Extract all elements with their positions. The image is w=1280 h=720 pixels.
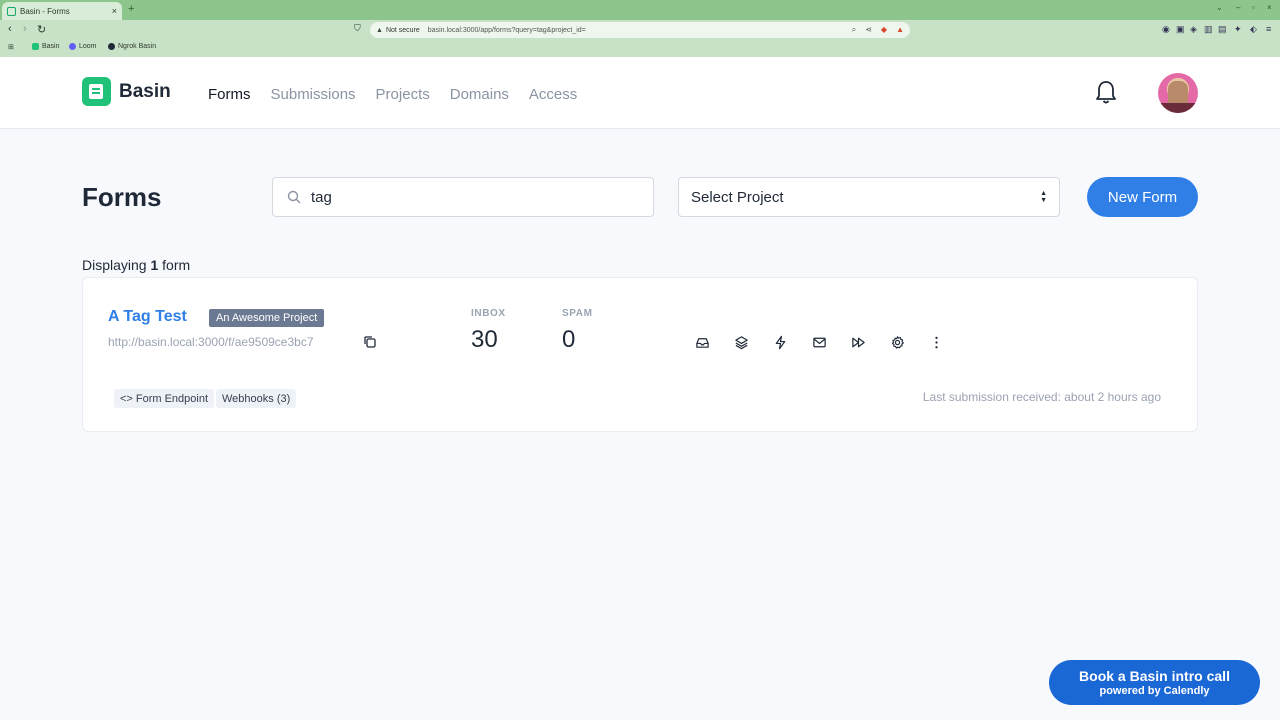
integrations-action[interactable] (734, 334, 773, 350)
inbox-count[interactable]: 30 (471, 326, 498, 354)
displaying-count: Displaying 1 form (82, 257, 190, 273)
reload-icon[interactable]: ↻ (37, 23, 46, 36)
logo-text: Basin (119, 80, 171, 102)
tab-title: Basin - Forms (20, 6, 70, 16)
form-name-link[interactable]: A Tag Test (108, 308, 187, 326)
bookmark-loom[interactable]: Loom (69, 43, 97, 50)
basin-favicon-icon (7, 6, 16, 16)
form-endpoint-chip[interactable]: <> Form Endpoint (114, 389, 215, 408)
extension-icon[interactable]: ◉ (1162, 24, 1170, 35)
webhooks-chip[interactable]: Webhooks (3) (216, 389, 297, 408)
app-header: Basin Forms Submissions Projects Domains… (0, 57, 1280, 129)
calendly-title: Book a Basin intro call (1079, 668, 1230, 684)
calendly-booking-button[interactable]: Book a Basin intro call powered by Calen… (1049, 660, 1260, 705)
nav-domains[interactable]: Domains (450, 86, 509, 103)
forward-icon[interactable]: › (23, 23, 27, 35)
main-nav: Forms Submissions Projects Domains Acces… (208, 86, 577, 103)
browser-tabstrip: Basin - Forms × + ⌄ – ▫ × (0, 0, 1280, 20)
bookmark-basin[interactable]: Basin (32, 43, 60, 50)
forward-action[interactable] (851, 334, 890, 350)
basin-bookmark-icon (32, 43, 39, 50)
webhooks-action[interactable] (773, 334, 812, 350)
tab-search-icon[interactable]: ⌄ (1216, 3, 1223, 12)
user-avatar[interactable] (1158, 73, 1198, 113)
lightning-icon (775, 335, 786, 349)
search-icon (287, 190, 301, 204)
bookmark-icon[interactable]: ⛉ (354, 23, 361, 34)
zoom-icon[interactable]: ⌕ (852, 25, 856, 35)
bookmark-ngrok[interactable]: Ngrok Basin (108, 43, 156, 50)
new-form-button[interactable]: New Form (1087, 177, 1198, 217)
bookmark-label: Basin (42, 43, 60, 50)
spam-label: SPAM (562, 308, 593, 319)
code-icon: <> (120, 392, 133, 405)
layers-icon (735, 335, 748, 349)
displaying-suffix: form (162, 257, 191, 273)
url-text[interactable]: basin.local:3000/app/forms?query=tag&pro… (428, 27, 586, 34)
nav-access[interactable]: Access (529, 86, 577, 103)
project-select-value: Select Project (691, 188, 784, 206)
last-submission-text: Last submission received: about 2 hours … (922, 390, 1161, 404)
bookmark-label: Loom (79, 43, 97, 50)
globe-bookmark-icon (108, 43, 115, 50)
browser-toolbar: ‹ › ↻ ⛉ ▲ Not secure basin.local:3000/ap… (0, 20, 1280, 40)
new-tab-icon[interactable]: + (128, 3, 134, 15)
mail-icon (813, 337, 826, 347)
wallet-icon[interactable]: ▤ (1218, 24, 1227, 35)
rewards-icon[interactable]: ▲ (896, 25, 904, 35)
maximize-icon[interactable]: ▫ (1252, 3, 1255, 12)
chip-label: Webhooks (3) (222, 392, 291, 405)
brave-shield-icon[interactable]: ◆ (881, 25, 887, 35)
nav-submissions[interactable]: Submissions (271, 86, 356, 103)
inbox-icon (696, 337, 709, 348)
copy-icon[interactable] (363, 335, 377, 349)
sidebar-icon[interactable]: ▥ (1204, 24, 1213, 35)
calendly-subtitle: powered by Calendly (1099, 685, 1210, 697)
displaying-prefix: Displaying (82, 257, 147, 273)
search-input[interactable] (311, 188, 631, 206)
select-arrows-icon: ▲ ▼ (1040, 190, 1047, 204)
tab-close-icon[interactable]: × (112, 6, 117, 16)
back-icon[interactable]: ‹ (8, 23, 12, 35)
nav-forms[interactable]: Forms (208, 86, 251, 103)
page-title: Forms (82, 182, 162, 212)
minimize-icon[interactable]: – (1236, 3, 1240, 12)
not-secure-label[interactable]: Not secure (386, 27, 420, 34)
nav-projects[interactable]: Projects (376, 86, 430, 103)
loom-bookmark-icon (69, 43, 76, 50)
browser-tab[interactable]: Basin - Forms × (2, 2, 122, 20)
displaying-number: 1 (150, 257, 159, 273)
address-bar[interactable]: ▲ Not secure basin.local:3000/app/forms?… (370, 22, 910, 38)
project-select[interactable]: Select Project ▲ ▼ (678, 177, 1060, 217)
gear-icon (891, 335, 904, 349)
extension-icon[interactable]: ◈ (1190, 24, 1197, 35)
extension-icon[interactable]: ▣ (1176, 24, 1185, 35)
more-vertical-icon (935, 336, 938, 348)
spam-count[interactable]: 0 (562, 326, 575, 354)
fast-forward-icon (852, 337, 865, 347)
inbox-action[interactable] (695, 334, 734, 350)
notifications-bell-icon[interactable] (1094, 79, 1118, 105)
project-badge[interactable]: An Awesome Project (209, 309, 325, 327)
bookmarks-bar: ⊞ Basin Loom Ngrok Basin (0, 40, 1280, 57)
basin-logo[interactable]: Basin (82, 77, 171, 106)
endpoint-url: http://basin.local:3000/f/ae9509ce3bc7 (108, 335, 314, 349)
chip-label: Form Endpoint (135, 392, 209, 405)
basin-logo-icon (82, 77, 111, 106)
more-action[interactable] (929, 334, 968, 350)
settings-action[interactable] (890, 334, 929, 350)
close-window-icon[interactable]: × (1267, 3, 1272, 12)
vpn-icon[interactable]: ⬖ (1250, 24, 1257, 35)
share-icon[interactable]: ⋖ (865, 25, 872, 35)
warning-icon[interactable]: ▲ (376, 27, 383, 34)
search-box[interactable] (272, 177, 654, 217)
bookmark-label: Ngrok Basin (118, 43, 157, 50)
apps-icon[interactable]: ⊞ (8, 43, 14, 51)
menu-icon[interactable]: ≡ (1266, 24, 1271, 34)
form-card: A Tag Test An Awesome Project http://bas… (82, 277, 1198, 432)
inbox-label: INBOX (471, 308, 506, 319)
form-actions (695, 334, 968, 350)
emails-action[interactable] (812, 334, 851, 350)
leo-icon[interactable]: ✦ (1234, 24, 1242, 35)
